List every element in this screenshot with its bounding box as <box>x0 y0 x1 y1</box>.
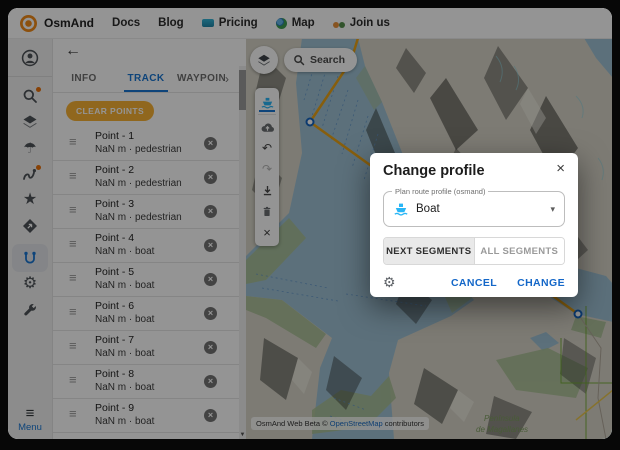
segments-toggle: NEXT SEGMENTS ALL SEGMENTS <box>383 237 565 265</box>
osmand-web-window: OsmAnd Docs Blog Pricing Map Join us <box>8 8 612 439</box>
change-button[interactable]: CHANGE <box>517 277 565 289</box>
dialog-title: Change profile <box>383 163 485 179</box>
boat-icon <box>393 201 409 217</box>
profile-select[interactable]: Plan route profile (osmand) Boat ▾ <box>383 191 565 227</box>
profile-select-label: Plan route profile (osmand) <box>392 187 488 196</box>
chevron-down-icon: ▾ <box>550 204 555 215</box>
next-segments-button[interactable]: NEXT SEGMENTS <box>384 238 474 264</box>
dialog-close-button[interactable]: × <box>556 161 565 176</box>
change-profile-dialog: Change profile × Plan route profile (osm… <box>370 153 578 297</box>
profile-select-value: Boat <box>416 203 550 215</box>
profile-settings-gear-icon[interactable]: ⚙ <box>383 274 396 291</box>
all-segments-button[interactable]: ALL SEGMENTS <box>474 238 565 264</box>
cancel-button[interactable]: CANCEL <box>451 277 497 289</box>
